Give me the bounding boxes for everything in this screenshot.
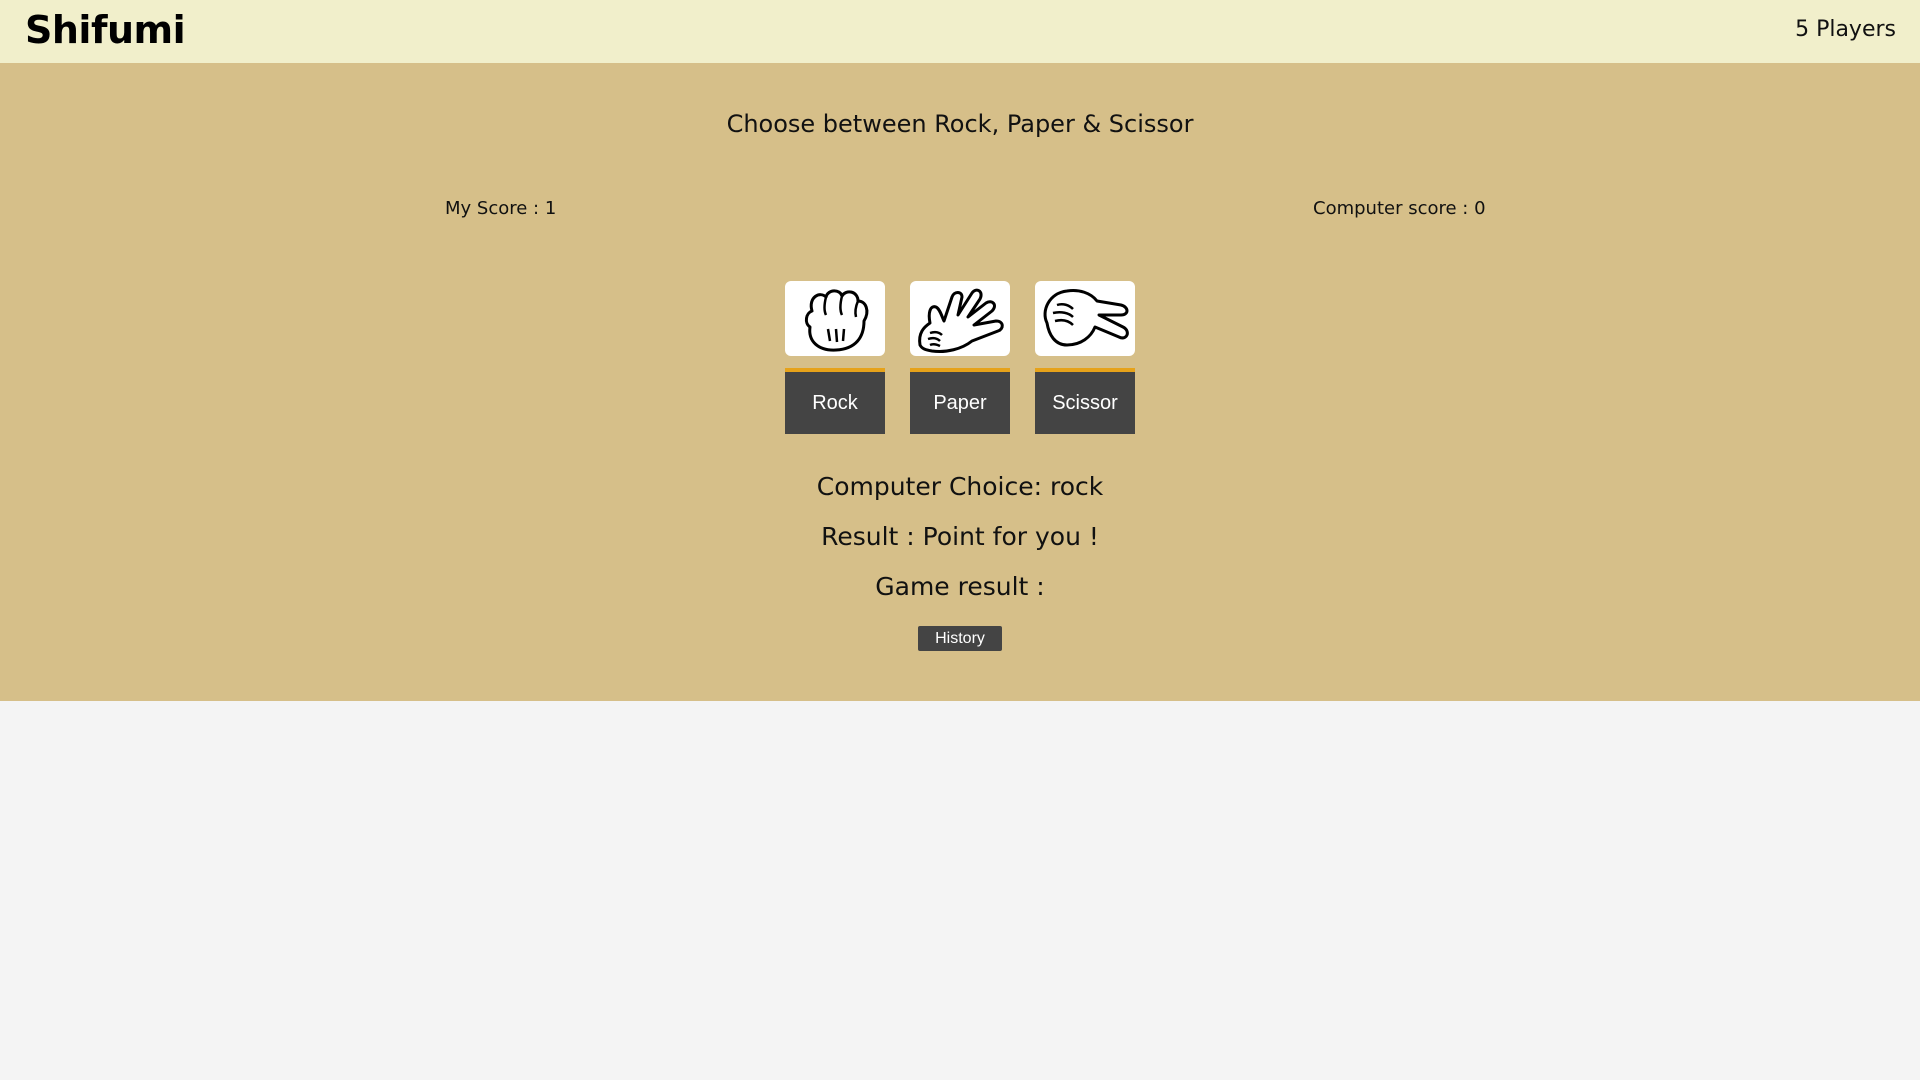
round-result: Result : Point for you ! xyxy=(821,522,1099,551)
paper-hand-icon[interactable] xyxy=(910,281,1010,356)
game-area: Choose between Rock, Paper & Scissor My … xyxy=(0,63,1920,701)
choice-scissor: Scissor xyxy=(1035,281,1135,434)
rock-hand-icon[interactable] xyxy=(785,281,885,356)
rock-button[interactable]: Rock xyxy=(785,368,885,434)
game-prompt: Choose between Rock, Paper & Scissor xyxy=(726,110,1194,138)
choice-paper: Paper xyxy=(910,281,1010,434)
app-title: Shifumi xyxy=(25,8,186,52)
game-result: Game result : xyxy=(875,572,1045,601)
computer-score: Computer score : 0 xyxy=(1313,198,1486,219)
scissor-hand-icon[interactable] xyxy=(1035,281,1135,356)
top-bar: Shifumi 5 Players xyxy=(0,0,1920,63)
computer-choice: Computer Choice: rock xyxy=(816,472,1104,501)
paper-button[interactable]: Paper xyxy=(910,368,1010,434)
my-score: My Score : 1 xyxy=(445,198,557,219)
choice-rock: Rock xyxy=(785,281,885,434)
history-button[interactable]: History xyxy=(918,626,1002,651)
players-count[interactable]: 5 Players xyxy=(1795,17,1896,42)
scissor-button[interactable]: Scissor xyxy=(1035,368,1135,434)
